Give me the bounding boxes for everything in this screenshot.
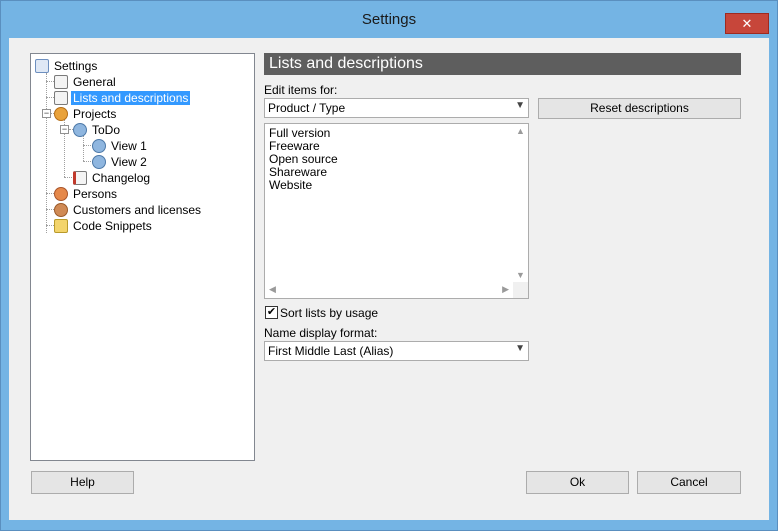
edit-items-value: Product / Type — [268, 101, 346, 115]
sort-lists-label[interactable]: Sort lists by usage — [280, 306, 378, 320]
chevron-down-icon: ▼ — [515, 343, 525, 354]
settings-icon — [35, 58, 49, 73]
tree-line — [83, 136, 84, 161]
tree-item-changelog[interactable]: Changelog — [73, 169, 152, 185]
scroll-down-icon[interactable]: ▼ — [516, 270, 525, 280]
title-bar[interactable]: Settings ✕ — [1, 1, 777, 37]
cancel-button[interactable]: Cancel — [637, 471, 741, 494]
close-button[interactable]: ✕ — [725, 13, 769, 34]
todo-collapse-toggle[interactable]: − — [60, 125, 69, 134]
list-item[interactable]: Full version — [269, 126, 330, 140]
document-icon — [54, 74, 68, 89]
scroll-right-icon[interactable]: ▶ — [502, 284, 509, 295]
sort-lists-checkbox[interactable]: ✔ — [265, 306, 278, 319]
list-item[interactable]: Shareware — [269, 165, 327, 179]
help-button[interactable]: Help — [31, 471, 134, 494]
edit-items-label: Edit items for: — [264, 83, 338, 97]
code-snippets-icon — [54, 218, 68, 233]
tree-item-todo[interactable]: ToDo — [73, 121, 122, 137]
list-item[interactable]: Website — [269, 178, 312, 192]
list-item[interactable]: Open source — [269, 152, 338, 166]
name-format-label: Name display format: — [264, 326, 378, 340]
view-icon — [92, 154, 106, 169]
tree-item-lists-and-descriptions[interactable]: Lists and descriptions — [54, 89, 191, 105]
scroll-left-icon[interactable]: ◀ — [269, 284, 276, 295]
tree-item-general[interactable]: General — [54, 73, 118, 89]
changelog-icon — [73, 170, 87, 185]
chevron-down-icon: ▼ — [515, 100, 525, 111]
projects-collapse-toggle[interactable]: − — [42, 109, 51, 118]
edit-items-select[interactable]: Product / Type ▼ — [264, 98, 529, 118]
tree-item-persons[interactable]: Persons — [54, 185, 119, 201]
name-format-select[interactable]: First Middle Last (Alias) ▼ — [264, 341, 529, 361]
todo-icon — [73, 122, 87, 137]
tree-item-view-1[interactable]: View 1 — [92, 137, 149, 153]
items-listbox[interactable]: Full version Freeware Open source Sharew… — [264, 123, 529, 299]
list-item[interactable]: Freeware — [269, 139, 320, 153]
tree-item-code-snippets[interactable]: Code Snippets — [54, 217, 154, 233]
view-icon — [92, 138, 106, 153]
tree-item-customers-and-licenses[interactable]: Customers and licenses — [54, 201, 203, 217]
settings-window: Settings ✕ Settings General Lists and de… — [0, 0, 778, 531]
ok-button[interactable]: Ok — [526, 471, 629, 494]
panel-title: Lists and descriptions — [264, 53, 741, 75]
projects-icon — [54, 106, 68, 121]
persons-icon — [54, 186, 68, 201]
name-format-value: First Middle Last (Alias) — [268, 344, 394, 358]
scrollbar-corner — [513, 282, 528, 298]
tree-item-view-2[interactable]: View 2 — [92, 153, 149, 169]
reset-descriptions-button[interactable]: Reset descriptions — [538, 98, 741, 119]
horizontal-scrollbar[interactable]: ◀ ▶ — [265, 282, 513, 298]
vertical-scrollbar[interactable]: ▲ ▼ — [513, 124, 528, 282]
tree-item-projects[interactable]: Projects — [54, 105, 118, 121]
document-icon — [54, 90, 68, 105]
settings-tree[interactable]: Settings General Lists and descriptions … — [30, 53, 255, 461]
dialog-client-area: Settings General Lists and descriptions … — [9, 38, 769, 520]
window-title: Settings — [361, 11, 417, 28]
tree-item-settings[interactable]: Settings — [35, 57, 99, 73]
customers-icon — [54, 202, 68, 217]
scroll-up-icon[interactable]: ▲ — [516, 126, 525, 136]
